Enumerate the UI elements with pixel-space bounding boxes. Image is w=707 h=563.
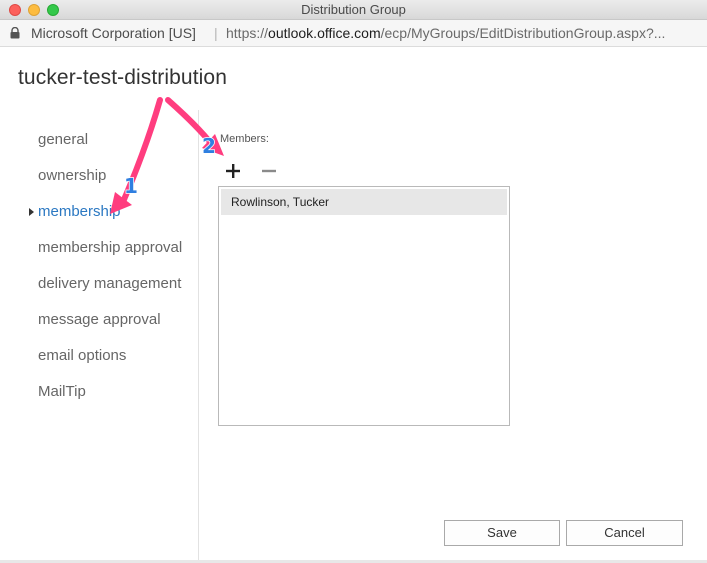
annotation-badge-1: 1 bbox=[124, 174, 138, 198]
nav-item-membership[interactable]: membership bbox=[38, 203, 121, 220]
nav-divider bbox=[198, 110, 199, 563]
url-prefix: https:// bbox=[226, 25, 269, 41]
annotation-arrow-2 bbox=[165, 97, 213, 145]
minus-icon[interactable] bbox=[260, 162, 278, 180]
nav-item-message-approval[interactable]: message approval bbox=[38, 311, 161, 328]
save-button[interactable]: Save bbox=[444, 520, 560, 546]
members-list[interactable]: Rowlinson, Tucker bbox=[218, 186, 510, 426]
address-separator: | bbox=[214, 25, 218, 41]
window-titlebar: Distribution Group bbox=[0, 0, 707, 20]
plus-icon[interactable] bbox=[224, 162, 242, 180]
annotation-badge-2: 2 bbox=[202, 134, 216, 158]
page-title: tucker-test-distribution bbox=[18, 66, 227, 89]
nav-item-email-options[interactable]: email options bbox=[38, 347, 126, 364]
nav-item-mailtip[interactable]: MailTip bbox=[38, 383, 86, 400]
active-caret-icon bbox=[29, 208, 34, 216]
certificate-label: Microsoft Corporation [US] bbox=[31, 25, 196, 41]
nav-item-delivery-management[interactable]: delivery management bbox=[38, 275, 181, 292]
lock-icon bbox=[10, 27, 20, 39]
url-host: outlook.office.com bbox=[268, 25, 381, 41]
address-bar[interactable]: Microsoft Corporation [US] | https://out… bbox=[0, 20, 707, 47]
nav-item-membership-approval[interactable]: membership approval bbox=[38, 239, 182, 256]
annotation-arrow-1 bbox=[119, 97, 163, 207]
nav-item-general[interactable]: general bbox=[38, 131, 88, 148]
window-title: Distribution Group bbox=[301, 2, 406, 17]
url-text: https://outlook.office.com/ecp/MyGroups/… bbox=[226, 25, 665, 41]
list-item[interactable]: Rowlinson, Tucker bbox=[221, 189, 507, 215]
nav-item-ownership[interactable]: ownership bbox=[38, 167, 106, 184]
cancel-button[interactable]: Cancel bbox=[566, 520, 683, 546]
members-label: Members: bbox=[220, 133, 269, 145]
url-path: /ecp/MyGroups/EditDistributionGroup.aspx… bbox=[380, 25, 666, 41]
